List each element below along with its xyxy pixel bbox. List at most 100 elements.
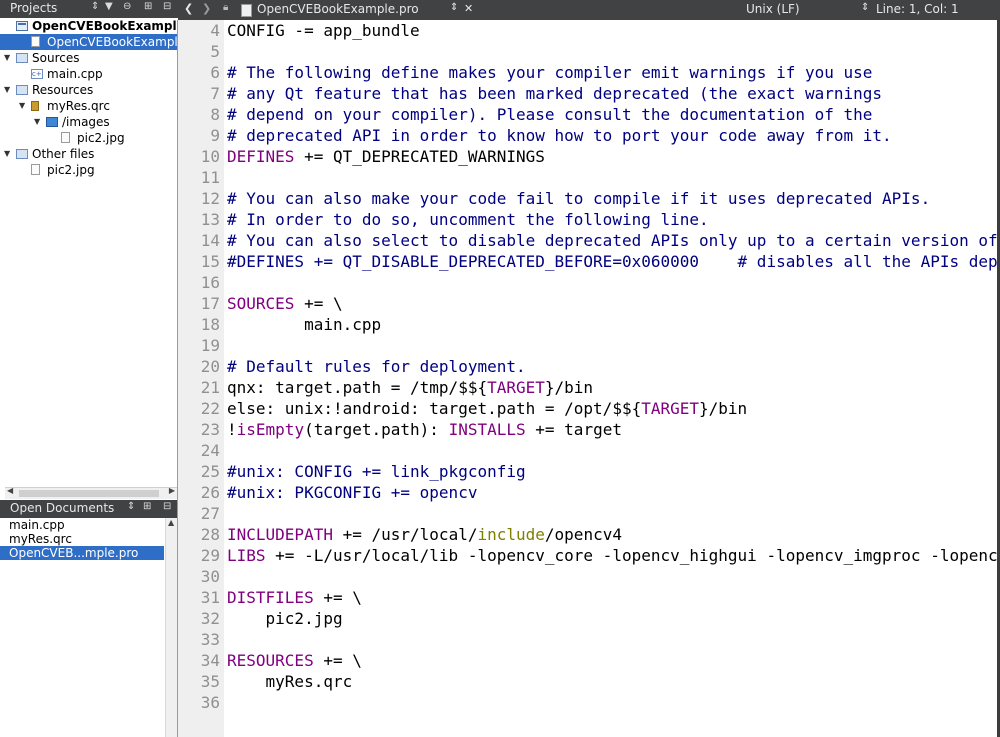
project-tree: OpenCVEBookExample OpenCVEBookExample.pro… — [0, 18, 178, 487]
code-token: LIBS — [227, 546, 266, 565]
folder-icon — [46, 117, 58, 127]
line-number: 9 — [210, 126, 220, 145]
code-line[interactable]: # You can also select to disable depreca… — [227, 230, 997, 251]
scrollbar-thumb[interactable] — [19, 490, 159, 497]
qrc-lock-icon — [31, 101, 39, 111]
forward-arrow-icon[interactable]: ❯ — [202, 2, 211, 15]
project-tree-horizontal-scrollbar[interactable]: ◀ ▶ — [5, 486, 177, 499]
code-line[interactable]: # The following define makes your compil… — [227, 62, 872, 83]
project-tree-item[interactable]: ▼ myRes.qrc — [0, 98, 178, 114]
file-select-chevron-icon[interactable]: ⇕ — [450, 2, 458, 13]
other-files-folder-icon — [16, 149, 28, 159]
current-file-name[interactable]: OpenCVEBookExample.pro — [257, 2, 419, 16]
project-tree-item[interactable]: ▼ Other files — [0, 146, 178, 162]
expand-arrow-icon[interactable]: ▼ — [4, 146, 10, 162]
code-line[interactable]: pic2.jpg — [227, 608, 343, 629]
close-panel-icon[interactable]: ⊟ — [163, 1, 171, 12]
code-token: RESOURCES — [227, 651, 314, 670]
code-line[interactable]: main.cpp — [227, 314, 381, 335]
code-line[interactable]: # In order to do so, uncomment the follo… — [227, 209, 709, 230]
line-number-gutter: 4 5 6 7 8 9 10 11 12 13 14 15 16 17 18 19 20 21 22 23 24 25 26… — [178, 20, 224, 737]
cpp-file-icon — [31, 66, 43, 82]
code-token: main.cpp — [227, 315, 382, 334]
code-line[interactable]: #DEFINES += QT_DISABLE_DEPRECATED_BEFORE… — [227, 251, 997, 272]
project-tree-item[interactable]: OpenCVEBookExample — [0, 18, 178, 34]
cursor-position-indicator[interactable]: Line: 1, Col: 1 — [876, 2, 959, 16]
split-icon[interactable]: ⊞ — [143, 501, 151, 512]
project-tree-item[interactable]: ▼ Sources — [0, 50, 178, 66]
code-line[interactable]: # You can also make your code fail to co… — [227, 188, 930, 209]
line-number: 13 — [200, 210, 220, 229]
code-line[interactable]: SOURCES += \ — [227, 293, 343, 314]
code-line[interactable]: # any Qt feature that has been marked de… — [227, 83, 882, 104]
code-editor[interactable]: CONFIG -= app_bundle # The following defi… — [224, 20, 997, 737]
open-document-item[interactable]: main.cpp — [0, 518, 164, 532]
line-ending-selector[interactable]: Unix (LF) — [746, 2, 800, 16]
split-icon[interactable]: ⊞ — [144, 1, 152, 12]
code-line[interactable]: INCLUDEPATH += /usr/local/include/opencv… — [227, 524, 622, 545]
expand-arrow-icon[interactable]: ▼ — [19, 98, 25, 114]
open-document-item-selected[interactable]: OpenCVEB...mple.pro — [0, 546, 164, 560]
code-line[interactable]: qnx: target.path = /tmp/$${TARGET}/bin — [227, 377, 593, 398]
line-ending-chevron-icon[interactable]: ⇕ — [861, 2, 869, 13]
line-number: 4 — [210, 21, 220, 40]
line-number: 34 — [200, 651, 220, 670]
expand-arrow-icon[interactable]: ▼ — [34, 114, 40, 130]
code-token: else: unix:!android: target.path = /opt/… — [227, 399, 642, 418]
file-icon — [31, 164, 40, 175]
code-line[interactable]: RESOURCES += \ — [227, 650, 362, 671]
code-line[interactable]: #unix: CONFIG += link_pkgconfig — [227, 461, 526, 482]
line-number: 16 — [200, 273, 220, 292]
projects-panel-header: Projects ⇕ ▼ ⊖ ⊞ ⊟ — [0, 0, 178, 18]
project-tree-item-label: Resources — [32, 83, 94, 97]
code-line[interactable]: myRes.qrc — [227, 671, 353, 692]
project-tree-item[interactable]: pic2.jpg — [0, 162, 178, 178]
panel-select-chevron-icon[interactable]: ⇕ — [91, 1, 99, 12]
code-line[interactable]: LIBS += -L/usr/local/lib -lopencv_core -… — [227, 545, 997, 566]
filter-icon[interactable]: ▼ — [105, 1, 113, 12]
line-number: 19 — [200, 336, 220, 355]
code-token: /opencv4 — [544, 525, 622, 544]
project-tree-item-label: OpenCVEBookExample.pro — [47, 35, 178, 49]
project-tree-item[interactable]: OpenCVEBookExample.pro — [0, 34, 178, 50]
project-tree-item[interactable]: main.cpp — [0, 66, 178, 82]
back-arrow-icon[interactable]: ❮ — [184, 2, 193, 15]
code-line[interactable]: CONFIG -= app_bundle — [227, 20, 420, 41]
project-tree-item[interactable]: pic2.jpg — [0, 130, 178, 146]
open-document-item[interactable]: myRes.qrc — [0, 532, 164, 546]
left-sidebar: Projects ⇕ ▼ ⊖ ⊞ ⊟ OpenCVEBookExample Ope… — [0, 0, 178, 737]
expand-arrow-icon[interactable]: ▼ — [4, 50, 10, 66]
code-token: # The following define makes your compil… — [227, 63, 873, 82]
line-number: 8 — [210, 105, 220, 124]
close-panel-icon[interactable]: ⊟ — [163, 501, 171, 512]
scroll-up-arrow-icon[interactable]: ▲ — [168, 518, 174, 527]
code-token: # You can also select to disable depreca… — [227, 231, 997, 250]
code-line[interactable]: # depend on your compiler). Please consu… — [227, 104, 872, 125]
close-document-icon[interactable]: ✕ — [464, 2, 473, 15]
code-token: INSTALLS — [448, 420, 526, 439]
code-line[interactable]: # Default rules for deployment. — [227, 356, 526, 377]
code-line[interactable]: else: unix:!android: target.path = /opt/… — [227, 398, 747, 419]
scroll-left-arrow-icon[interactable]: ◀ — [7, 486, 13, 495]
expand-arrow-icon[interactable]: ▼ — [4, 82, 10, 98]
code-line[interactable]: !isEmpty(target.path): INSTALLS += targe… — [227, 419, 622, 440]
panel-select-chevron-icon[interactable]: ⇕ — [127, 501, 135, 512]
project-tree-item[interactable]: ▼ /images — [0, 114, 178, 130]
code-line[interactable]: # deprecated API in order to know how to… — [227, 125, 892, 146]
line-number: 18 — [200, 315, 220, 334]
code-token: INCLUDEPATH — [227, 525, 333, 544]
code-token: # deprecated API in order to know how to… — [227, 126, 892, 145]
project-tree-item[interactable]: ▼ Resources — [0, 82, 178, 98]
code-line[interactable]: DISTFILES += \ — [227, 587, 362, 608]
code-line[interactable]: #unix: PKGCONFIG += opencv — [227, 482, 477, 503]
scroll-right-arrow-icon[interactable]: ▶ — [169, 486, 175, 495]
line-number: 33 — [200, 630, 220, 649]
line-number: 23 — [200, 420, 220, 439]
code-token: SOURCES — [227, 294, 295, 313]
code-token: include — [477, 525, 545, 544]
code-line[interactable]: DEFINES += QT_DEPRECATED_WARNINGS — [227, 146, 545, 167]
link-icon[interactable]: ⊖ — [123, 1, 131, 12]
code-token: # Default rules for deployment. — [227, 357, 526, 376]
code-token: ! — [227, 420, 237, 439]
resources-folder-icon — [16, 85, 28, 95]
